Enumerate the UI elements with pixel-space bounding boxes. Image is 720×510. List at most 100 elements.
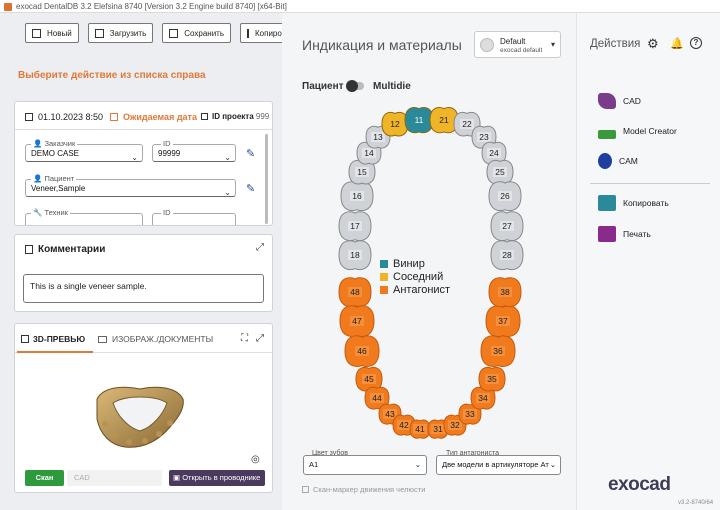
tab-3d-preview[interactable]: 3D-ПРЕВЬЮ [21, 334, 85, 344]
legend-label: Соседний [393, 270, 444, 283]
folder-icon: ▣ [173, 473, 181, 482]
id-value: 99999 [158, 149, 181, 158]
app-icon [4, 3, 12, 11]
action-cam-label: CAM [619, 156, 638, 166]
action-copy-label: Копировать [623, 198, 669, 208]
action-copy[interactable]: Копировать [576, 192, 720, 214]
project-id-value: 999 [255, 112, 270, 121]
tooth-number: 22 [462, 119, 472, 129]
edit-patient-icon[interactable]: ✎ [246, 182, 255, 195]
tooth-48[interactable]: 48 [338, 277, 372, 308]
scan-tag[interactable]: Скан [25, 470, 64, 486]
material-icon [480, 38, 494, 52]
tooth-25[interactable]: 25 [486, 159, 514, 185]
comments-card: Комментарии ⤢ This is a single veneer sa… [14, 234, 273, 312]
tooth-number: 25 [495, 167, 505, 177]
chevron-down-icon: ⌄ [224, 153, 231, 162]
new-file-icon [32, 28, 41, 38]
tooth-12[interactable]: 12 [381, 111, 409, 137]
tooth-11[interactable]: 11 [404, 107, 434, 134]
toggle-knob [346, 80, 358, 92]
focus-icon[interactable]: ◎ [251, 454, 260, 465]
tooth-28[interactable]: 28 [490, 240, 524, 271]
load-button[interactable]: Загрузить [87, 23, 154, 43]
tooth-21[interactable]: 21 [429, 107, 459, 134]
tooth-36[interactable]: 36 [480, 335, 516, 368]
chevron-down-icon: ⌄ [414, 460, 421, 469]
copy-icon [247, 28, 249, 38]
tooth-46[interactable]: 46 [344, 335, 380, 368]
action-model-creator[interactable]: Model Creator [576, 120, 720, 142]
chevron-down-icon: ⌄ [549, 456, 556, 474]
tooth-number: 47 [352, 316, 362, 326]
tooth-number: 11 [415, 115, 424, 125]
new-button[interactable]: Новый [25, 23, 79, 43]
tooth-number: 28 [502, 250, 512, 260]
material-select[interactable]: Default exocad default ▾ [474, 31, 561, 58]
tooth-number: 45 [364, 374, 374, 384]
tooth-number: 41 [415, 424, 425, 434]
chevron-down-icon: ▾ [550, 40, 555, 49]
bell-icon[interactable]: 🔔 [670, 37, 684, 50]
scrollbar[interactable] [265, 134, 268, 224]
tooth-37[interactable]: 37 [485, 305, 521, 338]
action-print[interactable]: Печать [576, 223, 720, 245]
tooth-27[interactable]: 27 [490, 211, 524, 242]
expected-date[interactable]: Ожидаемая дата [123, 112, 197, 122]
legend: Винир Соседний Антагонист [380, 257, 450, 296]
expand-icon[interactable]: ⤢ [256, 333, 264, 344]
legend-swatch [380, 272, 388, 281]
toolbar: Новый Загрузить Сохранить Копирова [25, 23, 286, 43]
legend-swatch [380, 285, 388, 294]
expand-icon[interactable]: ⤢ [256, 242, 264, 253]
patient-label: 👤 Пациент [31, 174, 77, 183]
tooth-number: 44 [372, 393, 382, 403]
tooth-number: 38 [500, 287, 510, 297]
action-cam[interactable]: CAM [576, 150, 720, 172]
multidie-toggle[interactable] [346, 80, 364, 92]
tooth-35[interactable]: 35 [478, 366, 506, 392]
tooth-number: 23 [479, 132, 489, 142]
antagonist-type-select[interactable]: Две модели в артикуляторе Ат ⌄ [436, 455, 561, 475]
jaw-motion-checkbox-row[interactable]: Скан-маркер движения челюсти [302, 485, 425, 494]
order-card: 01.10.2023 8:50 Ожидаемая дата ID проект… [14, 101, 273, 226]
tooth-number: 27 [502, 221, 512, 231]
tooth-26[interactable]: 26 [488, 181, 522, 212]
jaw-motion-checkbox[interactable] [302, 486, 309, 493]
cad-icon [598, 93, 616, 109]
tooth-number: 37 [498, 316, 508, 326]
tooth-18[interactable]: 18 [338, 240, 372, 271]
gear-icon[interactable]: ⚙ [647, 36, 659, 52]
cube-icon [21, 335, 29, 343]
antagonist-type-value: Две модели в артикуляторе Ат [442, 460, 549, 469]
order-date[interactable]: 01.10.2023 8:50 [38, 112, 103, 122]
tooth-16[interactable]: 16 [340, 181, 374, 212]
open-explorer-button[interactable]: ▣ Открыть в проводнике [169, 470, 265, 486]
tooth-38[interactable]: 38 [488, 277, 522, 308]
tooth-number: 24 [489, 148, 499, 158]
copy-button[interactable]: Копирова [240, 23, 286, 43]
load-button-label: Загрузить [109, 28, 147, 38]
legend-item-veneer: Винир [380, 257, 450, 270]
copy-download-icon [598, 195, 616, 211]
action-model-creator-label: Model Creator [623, 126, 677, 136]
help-icon[interactable]: ? [690, 37, 702, 49]
id-label: ID [161, 139, 173, 148]
tab-3d-label: 3D-ПРЕВЬЮ [33, 334, 86, 344]
action-cad[interactable]: CAD [576, 90, 720, 112]
tooth-17[interactable]: 17 [338, 211, 372, 242]
new-button-label: Новый [47, 28, 72, 38]
comments-textbox[interactable]: This is a single veneer sample. [23, 274, 264, 303]
id2-label: ID [161, 208, 173, 217]
fullscreen-icon[interactable]: ⛶ [241, 333, 248, 344]
model-preview[interactable] [85, 379, 195, 459]
tooth-47[interactable]: 47 [339, 305, 375, 338]
tooth-41[interactable]: 41 [409, 419, 431, 439]
edit-customer-icon[interactable]: ✎ [246, 147, 255, 160]
action-hint: Выберите действие из списка справа [18, 70, 206, 81]
save-button[interactable]: Сохранить [162, 23, 231, 43]
tab-underline [17, 351, 93, 353]
tooth-color-select[interactable]: A1 ⌄ [303, 455, 427, 475]
tab-images[interactable]: ИЗОБРАЖ./ДОКУМЕНТЫ [98, 334, 213, 344]
tooth-number: 21 [439, 115, 449, 125]
